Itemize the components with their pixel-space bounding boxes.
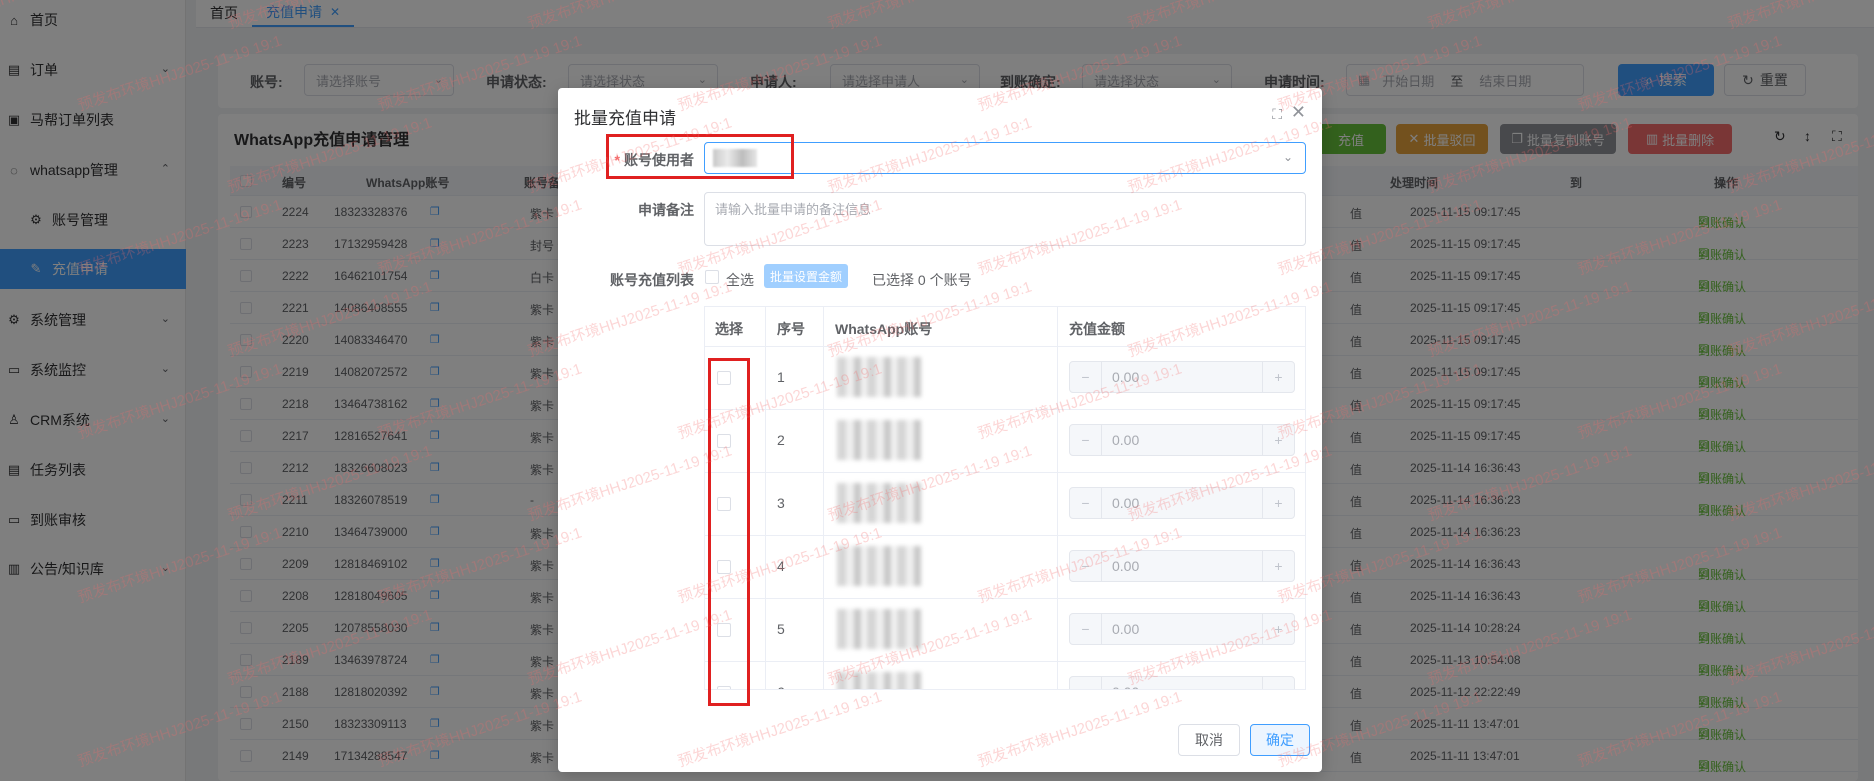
col-whatsapp: WhatsApp账号 [835,321,933,337]
plus-icon[interactable]: + [1262,488,1294,518]
whatsapp-account-blurred [837,609,921,649]
recharge-row: 3 −0.00 + [705,473,1305,536]
close-icon[interactable]: ✕ [1291,102,1306,123]
whatsapp-account-blurred [837,483,921,523]
whatsapp-account-blurred [837,546,921,586]
remark-textarea[interactable]: 请输入批量申请的备注信息 [704,192,1306,246]
batch-set-label: 批量设置金额 [769,269,842,284]
amount-input[interactable]: −0.00 + [1069,424,1295,456]
select-all-checkbox[interactable] [705,270,719,284]
row-no: 4 [777,558,785,574]
row-no: 3 [777,495,785,511]
dialog-title: 批量充值申请 [574,109,676,128]
recharge-row: 1 −0.00 + [705,347,1305,410]
plus-icon[interactable]: + [1262,551,1294,581]
row-no: 1 [777,369,785,385]
amount-input[interactable]: −0.00 + [1069,550,1295,582]
minus-icon[interactable]: − [1070,677,1102,689]
recharge-row: 5 −0.00 + [705,599,1305,662]
column-divider [1057,307,1058,689]
col-amount: 充值金额 [1069,321,1125,337]
amount-value: 0.00 [1112,558,1140,574]
amount-input[interactable]: −0.00 + [1069,613,1295,645]
select-all-label[interactable]: 全选 [726,270,754,290]
amount-value: 0.00 [1112,684,1139,689]
list-label: 账号充值列表 [610,272,694,288]
plus-icon[interactable]: + [1262,614,1294,644]
fullscreen-icon[interactable]: ⛶ [1272,106,1282,123]
cancel-label: 取消 [1195,732,1223,748]
batch-set-amount-button[interactable]: 批量设置金额 [764,264,848,288]
row-no: 5 [777,621,785,637]
selected-count: 已选择 0 个账号 [872,272,972,288]
highlight-box-user [606,134,794,179]
minus-icon[interactable]: − [1070,614,1102,644]
recharge-row: 6紫卡−0.00+ [705,662,1305,689]
confirm-button[interactable]: 确定 [1250,724,1310,756]
amount-value: 0.00 [1112,621,1140,637]
col-no: 序号 [777,321,805,337]
minus-icon[interactable]: − [1070,362,1102,392]
confirm-label: 确定 [1266,732,1294,748]
amount-input[interactable]: −0.00 + [1069,487,1295,519]
remark-label: 申请备注 [638,202,694,218]
amount-input[interactable]: −0.00 + [1069,361,1295,393]
row-no: 6 [777,684,785,689]
plus-icon[interactable]: + [1262,425,1294,455]
cancel-button[interactable]: 取消 [1178,724,1240,756]
remark-placeholder: 请输入批量申请的备注信息 [715,202,872,217]
minus-icon[interactable]: − [1070,425,1102,455]
user-select[interactable]: ⌄ [704,142,1306,174]
recharge-row: 4 −0.00 + [705,536,1305,599]
minus-icon[interactable]: − [1070,551,1102,581]
batch-recharge-dialog: 批量充值申请 ⛶ ✕ * 账号使用者 ⌄ 申请备注 请输入批量申请的备注信息 账号… [558,88,1322,772]
recharge-list-table: 选择 序号 WhatsApp账号 充值金额 1−0.00 +2−0.00 +3−0.… [704,306,1306,690]
row-no: 2 [777,432,785,448]
plus-icon[interactable]: + [1262,362,1294,392]
column-divider [823,307,824,689]
chevron-down-icon: ⌄ [1282,150,1293,164]
amount-value: 0.00 [1112,495,1140,511]
amount-value: 0.00 [1112,432,1140,448]
plus-icon[interactable]: + [1262,677,1294,689]
column-divider [765,307,766,689]
recharge-row: 2 −0.00 + [705,410,1305,473]
whatsapp-account-blurred [837,420,921,460]
minus-icon[interactable]: − [1070,488,1102,518]
recharge-table-header: 选择 序号 WhatsApp账号 充值金额 [705,307,1305,347]
whatsapp-account-blurred [837,357,921,397]
amount-input[interactable]: − 0.00 + [1069,676,1295,689]
amount-value: 0.00 [1112,369,1140,385]
whatsapp-account-blurred [837,672,921,689]
highlight-box-checkboxes [708,358,750,706]
col-select: 选择 [715,321,743,337]
